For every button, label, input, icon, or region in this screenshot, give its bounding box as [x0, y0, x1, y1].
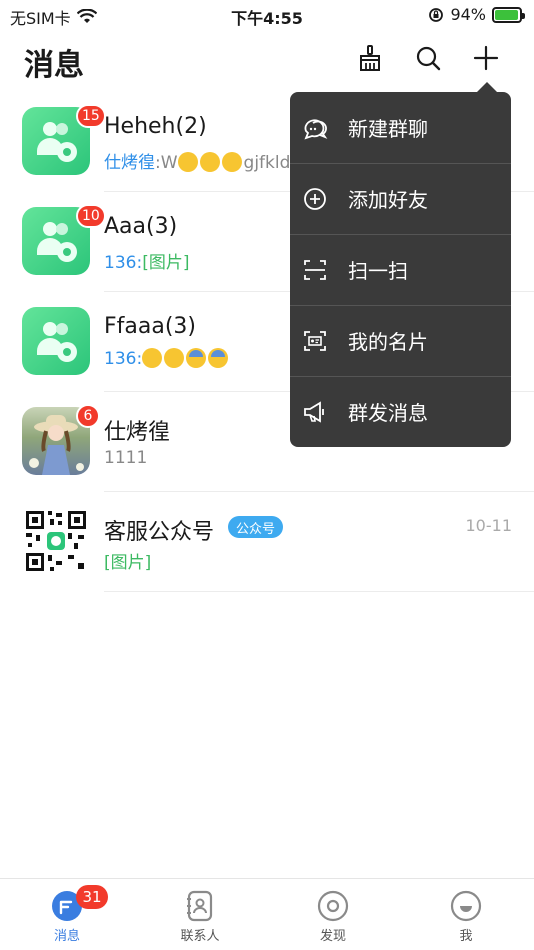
menu-item-new-group-chat[interactable]: 新建群聊: [290, 92, 511, 163]
menu-item-my-card[interactable]: 我的名片: [290, 305, 511, 376]
image-tag: [图片]: [104, 553, 152, 573]
business-card-icon: [304, 331, 326, 351]
wink-emoji-icon: [221, 152, 242, 172]
header: 消息: [0, 30, 534, 90]
qr-code-icon: [26, 511, 86, 571]
battery-percent: 94%: [450, 5, 486, 24]
conversation-name: Ffaaa(3): [104, 314, 197, 339]
unread-badge: 15: [76, 104, 106, 128]
heart-eyes-emoji-icon: [142, 348, 163, 368]
menu-arrow: [477, 82, 497, 92]
conversation-preview: [图片]: [104, 548, 151, 573]
conversation-name: Heheh(2): [104, 114, 207, 139]
menu-item-add-friend[interactable]: 添加好友: [290, 163, 511, 234]
anxious-emoji-icon: [208, 348, 229, 368]
tab-label: 消息: [53, 929, 80, 944]
battery-icon: [492, 6, 525, 23]
menu-item-label: 群发消息: [348, 401, 428, 425]
page-title: 消息: [24, 48, 84, 83]
conversation-preview: 136:[图片]: [104, 248, 189, 273]
tab-messages[interactable]: 消息 31: [22, 885, 112, 949]
tab-contacts[interactable]: 联系人: [155, 885, 245, 949]
heart-eyes-emoji-icon: [164, 348, 185, 368]
me-icon: [450, 890, 482, 922]
conversation-preview: 仕烤徨:W gjfkld: [104, 148, 290, 173]
discover-icon: [317, 890, 349, 922]
conversation-preview: 136:: [104, 348, 230, 369]
message-trailing-text: gjfkld: [243, 153, 291, 173]
tab-unread-badge: 31: [76, 885, 108, 909]
tongue-emoji-icon: [199, 152, 220, 172]
menu-item-broadcast[interactable]: 群发消息: [290, 376, 511, 447]
conversation-name: 仕烤徨: [104, 420, 171, 445]
tab-bar: 消息 31 联系人 发现 我: [0, 878, 534, 950]
anxious-emoji-icon: [186, 348, 207, 368]
contacts-icon: [187, 890, 213, 922]
avatar: 10: [22, 204, 106, 275]
avatar: 6: [22, 404, 100, 475]
tab-me[interactable]: 我: [421, 885, 511, 949]
menu-item-label: 我的名片: [348, 330, 428, 354]
conversation-time: 10-11: [465, 516, 513, 535]
avatar: [22, 307, 90, 375]
qr-code-avatar: [22, 507, 90, 575]
popup-menu: 新建群聊 添加好友 扫一扫 我的名片 群发消息: [290, 92, 511, 447]
tab-label: 我: [459, 929, 473, 944]
unread-badge: 10: [76, 204, 106, 228]
scan-icon: [304, 260, 326, 280]
official-account-tag: 公众号: [228, 516, 284, 538]
menu-item-label: 扫一扫: [348, 259, 408, 283]
search-icon[interactable]: [414, 44, 442, 72]
status-bar: 无SIM卡 下午4:55 94%: [0, 0, 534, 30]
group-chat-icon: [304, 119, 328, 140]
status-right: 94%: [428, 5, 525, 24]
plus-icon[interactable]: [472, 44, 500, 72]
menu-item-scan[interactable]: 扫一扫: [290, 234, 511, 305]
conversation-name: 客服公众号: [104, 520, 215, 545]
conversation-name: Aaa(3): [104, 214, 178, 239]
rotation-lock-icon: [429, 7, 444, 22]
tab-label: 联系人: [180, 929, 220, 944]
sender-name: 136: [104, 253, 137, 273]
image-tag: [图片]: [142, 253, 190, 273]
menu-item-label: 添加好友: [348, 188, 428, 212]
megaphone-icon: [304, 401, 324, 423]
conversation-preview: 1111: [104, 448, 148, 468]
avatar: [22, 507, 90, 575]
tab-discover[interactable]: 发现: [288, 885, 378, 949]
broom-icon[interactable]: [356, 44, 384, 72]
tab-label: 发现: [319, 929, 346, 944]
sender-name: 仕烤徨: [104, 153, 155, 173]
unread-badge: 6: [76, 404, 100, 428]
laugh-cry-emoji-icon: [177, 152, 198, 172]
sender-name: 136: [104, 349, 137, 369]
group-people-icon: [37, 322, 77, 362]
avatar: 15: [22, 104, 106, 175]
add-friend-icon: [304, 188, 326, 210]
message-text: :W: [155, 153, 178, 173]
group-avatar: [22, 307, 90, 375]
menu-item-label: 新建群聊: [348, 117, 428, 141]
conversation-item[interactable]: 客服公众号 公众号 10-11 [图片]: [0, 492, 534, 592]
